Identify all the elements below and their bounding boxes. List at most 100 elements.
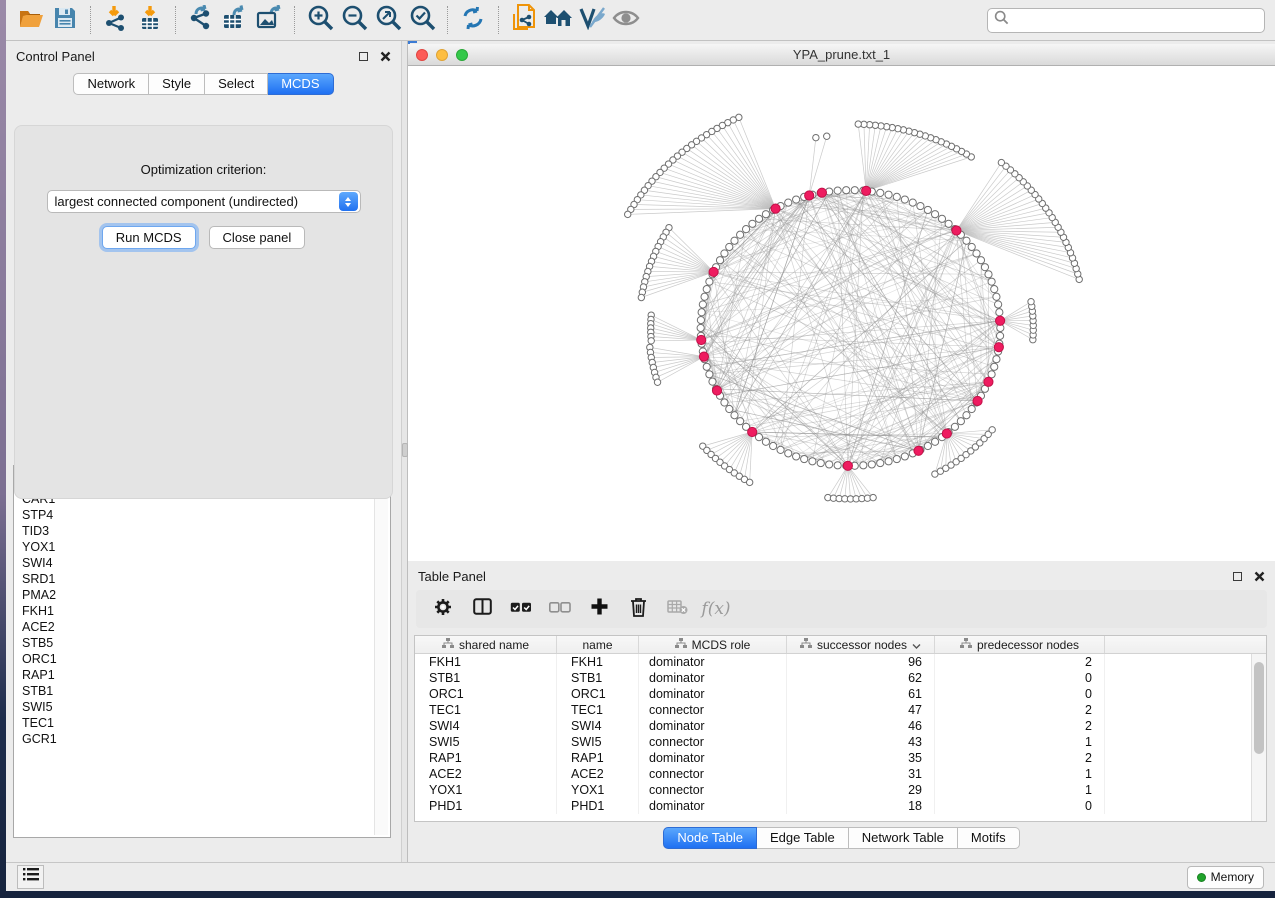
- tab-network[interactable]: Network: [73, 73, 149, 95]
- table-scrollbar-thumb[interactable]: [1254, 662, 1264, 754]
- ring-node[interactable]: [931, 438, 938, 445]
- edge[interactable]: [809, 138, 816, 196]
- maximize-window-traffic-light[interactable]: [456, 49, 468, 61]
- create-column-button[interactable]: [584, 594, 614, 624]
- ring-node[interactable]: [924, 206, 931, 213]
- leaf-node[interactable]: [638, 294, 644, 300]
- mcds-hub-node[interactable]: [942, 429, 951, 438]
- edge[interactable]: [866, 146, 951, 191]
- ring-node[interactable]: [793, 196, 800, 203]
- mcds-hub-node[interactable]: [843, 461, 852, 470]
- ring-node[interactable]: [860, 462, 867, 469]
- zoom-fit-button[interactable]: [371, 4, 405, 36]
- ring-node[interactable]: [885, 458, 892, 465]
- show-hidden-button[interactable]: [609, 4, 643, 36]
- ring-node[interactable]: [785, 199, 792, 206]
- network-window-titlebar[interactable]: YPA_prune.txt_1: [408, 44, 1275, 66]
- tab-motifs[interactable]: Motifs: [958, 827, 1020, 849]
- leaf-node[interactable]: [648, 338, 654, 344]
- open-session-button[interactable]: [14, 4, 48, 36]
- column-header-name[interactable]: name: [557, 636, 639, 653]
- mcds-hub-node[interactable]: [748, 427, 757, 436]
- tab-mcds[interactable]: MCDS: [268, 73, 333, 95]
- table-row[interactable]: FKH1FKH1dominator962: [415, 654, 1251, 670]
- ring-node[interactable]: [893, 193, 900, 200]
- mcds-hub-node[interactable]: [712, 386, 721, 395]
- float-table-panel-icon[interactable]: [1233, 572, 1242, 581]
- table-row[interactable]: TEC1TEC1connector472: [415, 702, 1251, 718]
- ring-node[interactable]: [917, 202, 924, 209]
- edge[interactable]: [701, 138, 775, 209]
- tab-network-table[interactable]: Network Table: [849, 827, 958, 849]
- ring-node[interactable]: [770, 442, 777, 449]
- mcds-result-item[interactable]: ACE2: [22, 619, 374, 635]
- edge[interactable]: [1000, 302, 1031, 321]
- memory-button[interactable]: Memory: [1187, 866, 1264, 889]
- ring-node[interactable]: [737, 418, 744, 425]
- ring-node[interactable]: [957, 418, 964, 425]
- ring-node[interactable]: [945, 220, 952, 227]
- mcds-result-item[interactable]: SRD1: [22, 571, 374, 587]
- search-field[interactable]: [987, 8, 1265, 33]
- ring-node[interactable]: [834, 187, 841, 194]
- edge[interactable]: [651, 324, 701, 340]
- refresh-button[interactable]: [456, 4, 490, 36]
- ring-node[interactable]: [885, 191, 892, 198]
- table-row[interactable]: SWI5SWI5connector431: [415, 734, 1251, 750]
- mcds-result-item[interactable]: STP4: [22, 507, 374, 523]
- ring-node[interactable]: [703, 286, 710, 293]
- close-table-panel-icon[interactable]: [1254, 571, 1265, 582]
- edge[interactable]: [651, 340, 701, 341]
- select-all-rows-button[interactable]: [506, 594, 536, 624]
- ring-node[interactable]: [716, 257, 723, 264]
- ring-node[interactable]: [901, 453, 908, 460]
- mcds-result-item[interactable]: RAP1: [22, 667, 374, 683]
- close-panel-icon[interactable]: [380, 51, 391, 62]
- table-row[interactable]: ORC1ORC1dominator610: [415, 686, 1251, 702]
- mcds-result-item[interactable]: FKH1: [22, 603, 374, 619]
- edge[interactable]: [956, 182, 1023, 231]
- table-row[interactable]: PHD1PHD1dominator180: [415, 798, 1251, 814]
- edge[interactable]: [653, 357, 704, 368]
- ring-node[interactable]: [762, 438, 769, 445]
- mcds-hub-node[interactable]: [817, 188, 826, 197]
- edge[interactable]: [828, 466, 848, 498]
- ring-node[interactable]: [924, 442, 931, 449]
- edge[interactable]: [650, 347, 704, 356]
- mcds-hub-node[interactable]: [805, 191, 814, 200]
- column-header-MCDS-role[interactable]: MCDS role: [639, 636, 787, 653]
- show-columns-button[interactable]: [467, 594, 497, 624]
- ring-node[interactable]: [996, 332, 1003, 339]
- ring-node[interactable]: [698, 309, 705, 316]
- tab-style[interactable]: Style: [149, 73, 205, 95]
- mcds-result-item[interactable]: GCR1: [22, 731, 374, 747]
- mcds-result-item[interactable]: ORC1: [22, 651, 374, 667]
- ring-node[interactable]: [991, 363, 998, 370]
- edge[interactable]: [866, 142, 941, 191]
- leaf-node[interactable]: [1028, 298, 1034, 304]
- ring-node[interactable]: [834, 462, 841, 469]
- table-row[interactable]: ACE2ACE2connector311: [415, 766, 1251, 782]
- ring-node[interactable]: [851, 187, 858, 194]
- search-input[interactable]: [1009, 13, 1258, 27]
- leaf-node[interactable]: [855, 121, 861, 127]
- table-row[interactable]: STB1STB1dominator620: [415, 670, 1251, 686]
- mcds-result-item[interactable]: SWI4: [22, 555, 374, 571]
- edge[interactable]: [956, 174, 1014, 231]
- ring-node[interactable]: [901, 196, 908, 203]
- edge[interactable]: [645, 272, 714, 282]
- ring-node[interactable]: [731, 412, 738, 419]
- leaf-node[interactable]: [813, 134, 819, 140]
- leaf-node[interactable]: [989, 427, 995, 433]
- float-panel-icon[interactable]: [359, 52, 368, 61]
- network-canvas[interactable]: [408, 66, 1275, 561]
- ring-node[interactable]: [877, 459, 884, 466]
- close-window-traffic-light[interactable]: [416, 49, 428, 61]
- leaf-node[interactable]: [870, 494, 876, 500]
- zoom-selected-button[interactable]: [405, 4, 439, 36]
- ring-node[interactable]: [968, 405, 975, 412]
- ring-node[interactable]: [985, 271, 992, 278]
- ring-node[interactable]: [981, 264, 988, 271]
- ring-node[interactable]: [785, 450, 792, 457]
- import-table-button[interactable]: [133, 4, 167, 36]
